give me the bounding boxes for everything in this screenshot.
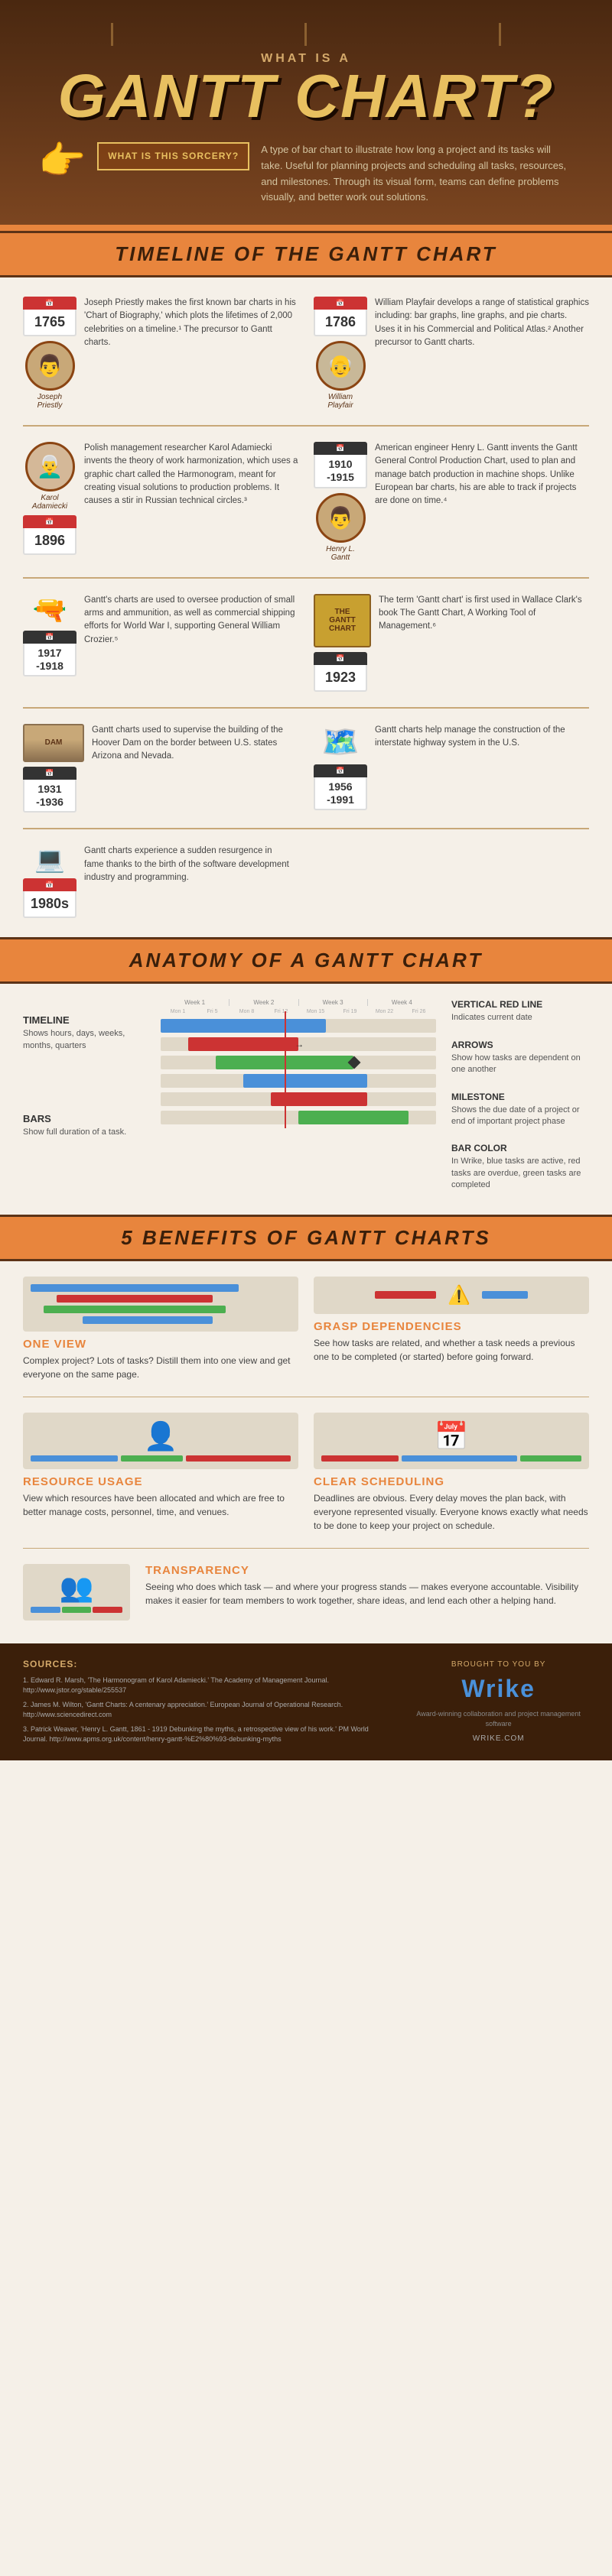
footer-source-3: 3. Patrick Weaver, 'Henry L. Gantt, 1861… <box>23 1724 385 1745</box>
footer-sources: Sources: 1. Edward R. Marsh, 'The Harmon… <box>23 1659 385 1745</box>
benefit-resource-title: Resource Usage <box>23 1475 298 1488</box>
anatomy-section-title-bar: Anatomy of a Gantt Chart <box>0 937 612 984</box>
timeline-text-1765: Joseph Priestly makes the first known ba… <box>84 297 298 349</box>
timeline-text-1956: Gantt charts help manage the constructio… <box>375 724 589 751</box>
chart-row-6 <box>161 1111 436 1124</box>
timeline-entry-1910: 📅 1910-1915 👨 Henry L.Gantt American eng… <box>314 442 589 562</box>
vertical-red-line <box>285 1011 286 1128</box>
anatomy-timeline-label: Timeline Shows hours, days, weeks, month… <box>23 1014 145 1052</box>
timeline-entry-1786: 📅 1786 👴 WilliamPlayfair William Playfai… <box>314 297 589 410</box>
footer-branding: Brought to you by Wrike Award-winning co… <box>408 1659 589 1745</box>
benefit-transparency-desc: Seeing who does which task — and where y… <box>145 1580 589 1608</box>
anatomy-milestone-label: Milestone Shows the due date of a projec… <box>451 1092 589 1128</box>
timeline-text-1896: Polish management researcher Karol Adami… <box>84 442 298 508</box>
benefit-grasp-dependencies: ⚠️ Grasp Dependencies See how tasks are … <box>314 1277 589 1381</box>
benefit-transparency: 👥 Transparency Seeing who does which tas… <box>23 1564 589 1621</box>
benefit-transparency-title: Transparency <box>145 1564 589 1577</box>
benefit-resource-desc: View which resources have been allocated… <box>23 1491 298 1519</box>
chart-row-4 <box>161 1074 436 1088</box>
header-main-title: Gantt Chart? <box>38 67 574 125</box>
anatomy-title: Anatomy of a Gantt Chart <box>15 949 597 972</box>
benefits-section-title-bar: 5 Benefits of Gantt Charts <box>0 1215 612 1261</box>
sorcery-description: A type of bar chart to illustrate how lo… <box>261 142 574 206</box>
header-section: What is a Gantt Chart? 👉 What is this so… <box>0 0 612 225</box>
header-sorcery-box: 👉 What is this sorcery? A type of bar ch… <box>38 142 574 206</box>
timeline-text-1910: American engineer Henry L. Gantt invents… <box>375 442 589 508</box>
timeline-text-1917: Gantt's charts are used to oversee produ… <box>84 594 298 647</box>
benefit-one-view-desc: Complex project? Lots of tasks? Distill … <box>23 1354 298 1381</box>
timeline-entry-1956: 🗺️ 📅 1956-1991 Gantt charts help manage … <box>314 724 589 813</box>
anatomy-bars-label: Bars Show full duration of a task. <box>23 1113 145 1138</box>
chart-row-5 <box>161 1092 436 1106</box>
timeline-entry-1896: 👨‍🦳 KarolAdamiecki 📅 1896 Polish managem… <box>23 442 298 562</box>
wrike-tagline: Award-winning collaboration and project … <box>408 1709 589 1728</box>
footer-source-2: 2. James M. Wilton, 'Gantt Charts: A cen… <box>23 1700 385 1721</box>
benefit-resource-usage: 👤 Resource Usage View which resources ha… <box>23 1413 298 1533</box>
chart-row-1 <box>161 1019 436 1033</box>
timeline-title: Timeline of the Gantt Chart <box>15 242 597 266</box>
benefits-title: 5 Benefits of Gantt Charts <box>15 1226 597 1250</box>
timeline-entry-1923: THEGANTTCHART 📅 1923 The term 'Gantt cha… <box>314 594 589 692</box>
timeline-entry-1980s: 💻 📅 1980s Gantt charts experience a sudd… <box>23 845 589 918</box>
timeline-text-1923: The term 'Gantt chart' is first used in … <box>379 594 589 634</box>
timeline-section-title-bar: Timeline of the Gantt Chart <box>0 231 612 277</box>
timeline-entry-1917: 🔫 📅 1917-1918 Gantt's charts are used to… <box>23 594 298 692</box>
benefit-grasp-desc: See how tasks are related, and whether a… <box>314 1336 589 1364</box>
timeline-entry-1931: DAM 📅 1931-1936 Gantt charts used to sup… <box>23 724 298 813</box>
timeline-text-1786: William Playfair develops a range of sta… <box>375 297 589 349</box>
wrike-url: WRIKE.COM <box>473 1734 525 1743</box>
footer-source-1: 1. Edward R. Marsh, 'The Harmonogram of … <box>23 1676 385 1696</box>
timeline-text-1931: Gantt charts used to supervise the build… <box>92 724 298 764</box>
anatomy-bar-color-label: Bar Color In Wrike, blue tasks are activ… <box>451 1143 589 1191</box>
timeline-content: 📅 1765 👨 JosephPriestly Joseph Priestly … <box>0 277 612 937</box>
benefit-grasp-title: Grasp Dependencies <box>314 1320 589 1333</box>
benefit-one-view-title: One View <box>23 1338 298 1351</box>
anatomy-content: Timeline Shows hours, days, weeks, month… <box>0 984 612 1214</box>
benefits-content: One View Complex project? Lots of tasks?… <box>0 1261 612 1643</box>
benefit-clear-scheduling: 📅 Clear Scheduling Deadlines are obvious… <box>314 1413 589 1533</box>
timeline-text-1980s: Gantt charts experience a sudden resurge… <box>84 845 291 884</box>
timeline-entry-1765: 📅 1765 👨 JosephPriestly Joseph Priestly … <box>23 297 298 410</box>
footer-sources-title: Sources: <box>23 1659 385 1669</box>
benefit-one-view: One View Complex project? Lots of tasks?… <box>23 1277 298 1381</box>
anatomy-vrl-label: Vertical Red Line Indicates current date <box>451 999 589 1024</box>
sorcery-label: What is this sorcery? <box>97 142 249 170</box>
wrike-logo: Wrike <box>461 1675 536 1703</box>
footer-section: Sources: 1. Edward R. Marsh, 'The Harmon… <box>0 1643 612 1760</box>
orange-divider-1 <box>0 225 612 231</box>
benefit-scheduling-title: Clear Scheduling <box>314 1475 589 1488</box>
chart-row-3 <box>161 1056 436 1069</box>
benefit-scheduling-desc: Deadlines are obvious. Every delay moves… <box>314 1491 589 1533</box>
brought-by-label: Brought to you by <box>451 1660 546 1669</box>
anatomy-arrows-label: Arrows Show how tasks are dependent on o… <box>451 1040 589 1076</box>
chart-row-2: → <box>161 1037 436 1051</box>
